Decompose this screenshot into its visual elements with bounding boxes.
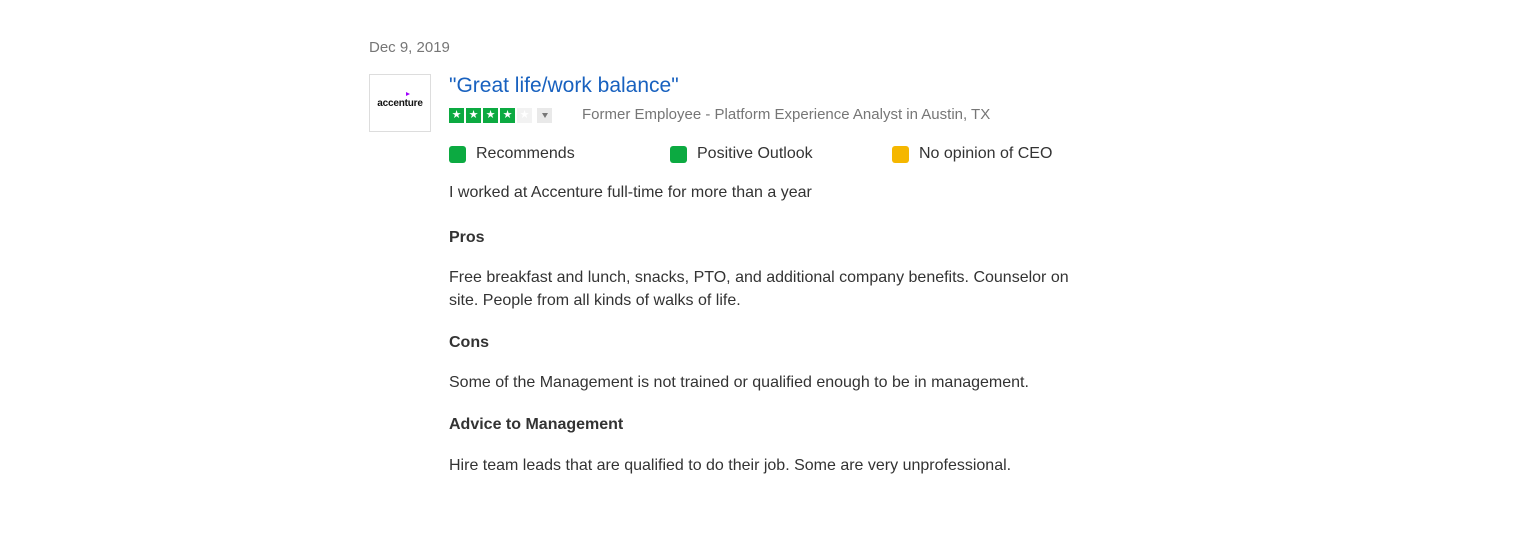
star-rating: ★ ★ ★ ★ ★ — [449, 107, 534, 123]
rating-details-toggle[interactable] — [537, 107, 552, 123]
indicator-recommends: Recommends — [449, 145, 670, 163]
star-filled-icon: ★ — [466, 107, 481, 123]
pros-heading: Pros — [449, 229, 485, 246]
indicator-label: No opinion of CEO — [919, 145, 1053, 162]
indicator-ceo-opinion: No opinion of CEO — [892, 145, 1052, 163]
chevron-down-icon — [541, 112, 548, 118]
cons-text: Some of the Management is not trained or… — [449, 374, 1029, 391]
indicator-label: Recommends — [476, 145, 575, 162]
review-card: Dec 9, 2019 accenture "Great life/work b… — [369, 38, 1129, 477]
employment-status: I worked at Accenture full-time for more… — [449, 184, 812, 201]
ceo-opinion-status-icon — [892, 145, 909, 163]
recommends-status-icon — [449, 145, 466, 163]
advice-text: Hire team leads that are qualified to do… — [449, 457, 1012, 474]
company-logo[interactable]: accenture — [369, 74, 431, 132]
review-date: Dec 9, 2019 — [369, 39, 450, 56]
review-indicators: Recommends Positive Outlook No opinion o… — [449, 144, 1129, 164]
star-filled-icon: ★ — [449, 107, 464, 123]
logo-wordmark: accenture — [377, 97, 423, 109]
advice-heading: Advice to Management — [449, 416, 624, 433]
cons-heading: Cons — [449, 334, 489, 351]
outlook-status-icon — [670, 145, 687, 163]
company-logo-text: accenture — [377, 91, 423, 109]
logo-accent-icon — [406, 91, 411, 96]
star-filled-icon: ★ — [483, 107, 498, 123]
review-body: accenture "Great life/work balance" ★ ★ ★ ★… — [369, 74, 1129, 477]
indicator-outlook: Positive Outlook — [670, 145, 892, 163]
pros-text: Free breakfast and lunch, snacks, PTO, a… — [449, 269, 1069, 309]
review-title-link[interactable]: "Great life/work balance" — [449, 72, 679, 100]
indicator-label: Positive Outlook — [697, 145, 813, 162]
star-filled-icon: ★ — [500, 107, 515, 123]
review-meta: ★ ★ ★ ★ ★ Former Employee - Platform Experie… — [449, 106, 1129, 124]
author-info: Former Employee - Platform Experience An… — [582, 106, 991, 123]
star-empty-icon: ★ — [517, 107, 532, 123]
review-content: "Great life/work balance" ★ ★ ★ ★ ★ Former E… — [449, 74, 1129, 477]
